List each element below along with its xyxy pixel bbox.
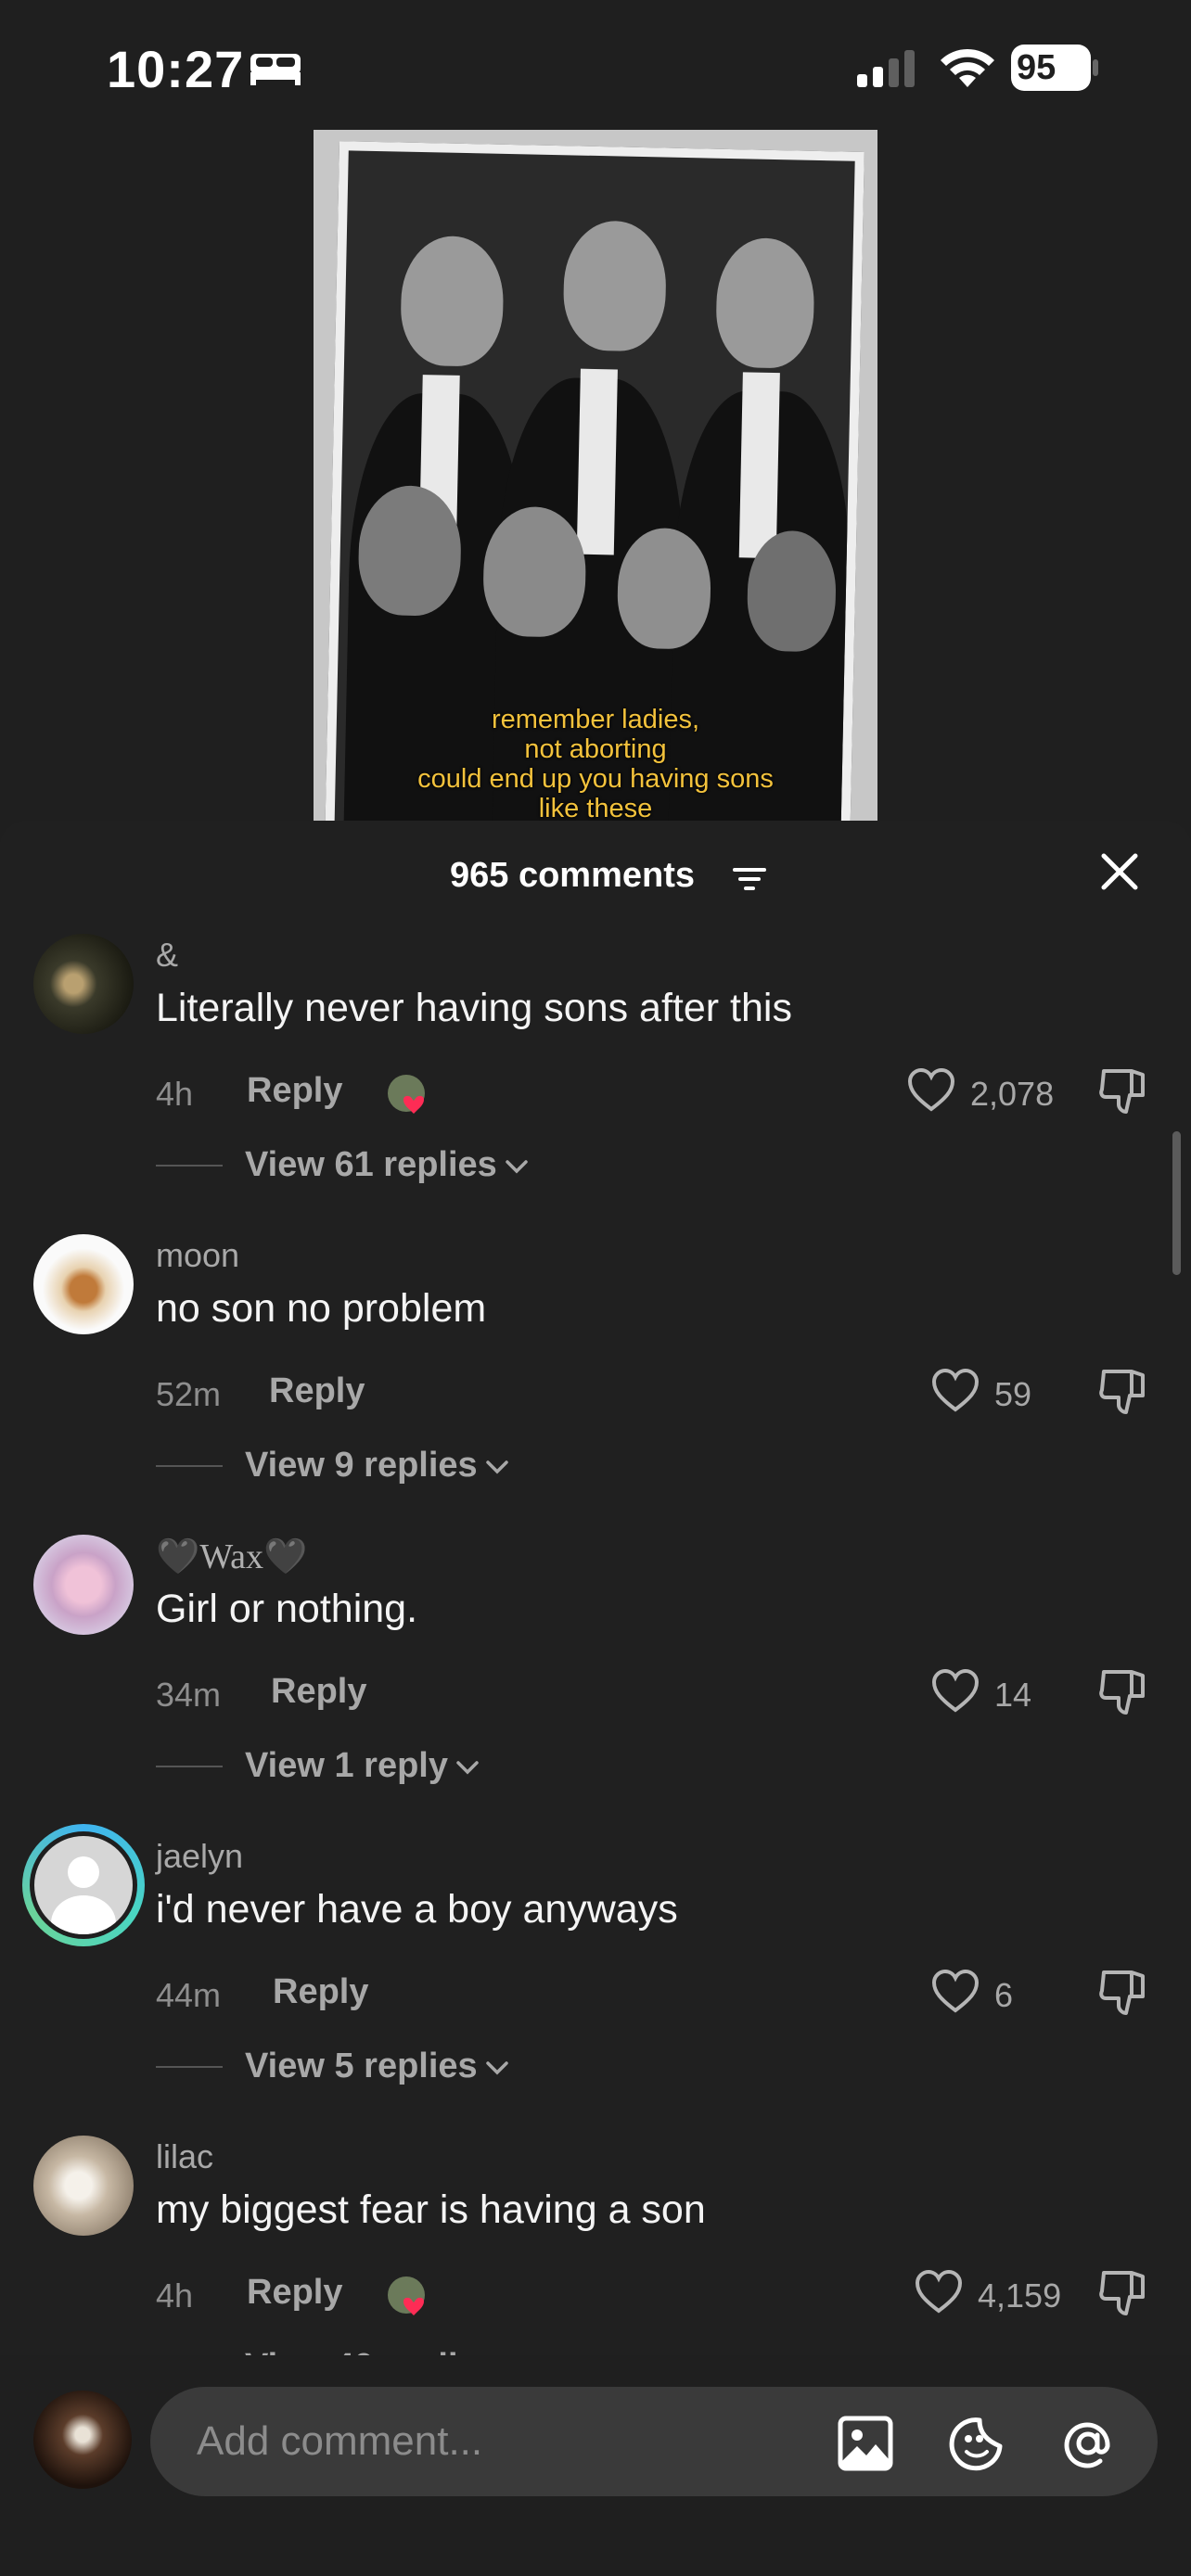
view-replies-label: View 9 replies (245, 1446, 478, 1485)
battery-level: 95 (1011, 45, 1091, 91)
comment-age: 4h (156, 2276, 194, 2315)
comment-username[interactable]: & (156, 936, 178, 975)
replies-divider (156, 1766, 223, 1767)
comment-username[interactable]: moon (156, 1236, 239, 1275)
reply-button[interactable]: Reply (271, 1672, 366, 1712)
comment-item: 🖤Wax🖤 Girl or nothing. 34m Reply 14 View… (0, 1535, 1191, 1835)
thumbs-down-icon[interactable] (1098, 1067, 1148, 1117)
heart-icon[interactable] (907, 1067, 955, 1114)
view-replies-label: View 1 reply (245, 1746, 448, 1785)
tiktok-comments-screen: 10:27 95 remember ladies, not aborting c… (0, 0, 1191, 2576)
replies-divider (156, 2066, 223, 2068)
close-icon[interactable] (1096, 848, 1143, 895)
comment-item: & Literally never having sons after this… (0, 934, 1191, 1234)
video-caption-line-3: could end up you having sons (417, 764, 774, 794)
heart-icon[interactable] (931, 1969, 980, 2015)
like-count: 59 (994, 1375, 1032, 1413)
view-replies-button[interactable]: View 1 reply (245, 1746, 480, 1786)
view-replies-label: View 61 replies (245, 1145, 497, 1184)
comment-age: 44m (156, 1976, 222, 2014)
filter-icon[interactable] (731, 867, 768, 891)
comment-text: Literally never having sons after this (156, 986, 792, 1030)
video-caption-line-4: like these (538, 794, 653, 823)
avatar[interactable] (22, 1824, 145, 1946)
comments-count-label: 965 comments (449, 856, 695, 895)
avatar[interactable] (33, 2136, 134, 2236)
comment-item: jaelyn i'd never have a boy anyways 44m … (0, 1824, 1191, 2136)
heart-icon[interactable] (931, 1668, 980, 1715)
chevron-down-icon (456, 1761, 479, 1775)
current-user-avatar (33, 2391, 132, 2489)
comment-age: 34m (156, 1676, 222, 1714)
status-bar: 10:27 95 (0, 0, 1191, 130)
comment-text: Girl or nothing. (156, 1587, 418, 1631)
heart-icon[interactable] (915, 2269, 963, 2315)
thumbs-down-icon[interactable] (1098, 2269, 1148, 2319)
comment-text: no son no problem (156, 1286, 487, 1331)
comment-item: lilac my biggest fear is having a son 4h… (0, 2136, 1191, 2373)
chevron-down-icon (485, 1460, 508, 1474)
reply-button[interactable]: Reply (247, 2273, 342, 2313)
comments-sheet: 965 comments & Literally never having so… (0, 821, 1191, 2576)
at-mention-icon[interactable] (1059, 2415, 1117, 2472)
creator-liked-badge-icon (388, 2276, 425, 2315)
view-replies-label: View 5 replies (245, 2047, 478, 2085)
view-replies-button[interactable]: View 5 replies (245, 2047, 509, 2086)
like-count: 6 (994, 1976, 1014, 2014)
comment-input[interactable] (197, 2387, 920, 2496)
comment-input-bar (0, 2355, 1191, 2576)
comment-text: my biggest fear is having a son (156, 2187, 706, 2232)
video-preview[interactable]: remember ladies, not aborting could end … (314, 130, 877, 825)
avatar[interactable] (33, 1234, 134, 1334)
comment-username[interactable]: 🖤Wax🖤 (156, 1537, 307, 1577)
clock: 10:27 (107, 40, 245, 98)
view-replies-button[interactable]: View 61 replies (245, 1145, 529, 1185)
view-replies-button[interactable]: View 9 replies (245, 1446, 509, 1486)
chevron-down-icon (485, 2061, 508, 2075)
battery-tip (1093, 59, 1098, 76)
reply-button[interactable]: Reply (273, 1972, 368, 2012)
comment-item: moon no son no problem 52m Reply 59 View… (0, 1234, 1191, 1535)
sticker-icon[interactable] (948, 2415, 1005, 2472)
comment-text: i'd never have a boy anyways (156, 1887, 678, 1932)
like-count: 2,078 (970, 1075, 1055, 1113)
replies-divider (156, 1465, 223, 1467)
comment-username[interactable]: jaelyn (156, 1837, 243, 1876)
battery-indicator: 95 (1011, 45, 1100, 91)
like-count: 14 (994, 1676, 1032, 1714)
reply-button[interactable]: Reply (269, 1371, 365, 1411)
thumbs-down-icon[interactable] (1098, 1368, 1148, 1418)
comment-username[interactable]: lilac (156, 2137, 213, 2176)
comment-age: 52m (156, 1375, 222, 1413)
video-caption-line-2: not aborting (524, 734, 667, 764)
replies-divider (156, 1165, 223, 1167)
avatar[interactable] (33, 934, 134, 1034)
reply-button[interactable]: Reply (247, 1071, 342, 1111)
default-avatar-icon (30, 1831, 137, 1939)
cellular-signal-icon (857, 50, 915, 87)
thumbs-down-icon[interactable] (1098, 1668, 1148, 1718)
comment-field[interactable] (150, 2387, 1158, 2496)
video-caption-line-1: remember ladies, (491, 705, 700, 734)
like-count: 4,159 (978, 2276, 1062, 2315)
comment-age: 4h (156, 1075, 194, 1113)
wifi-icon (941, 48, 994, 87)
thumbs-down-icon[interactable] (1098, 1969, 1148, 2019)
heart-icon[interactable] (931, 1368, 980, 1414)
creator-liked-badge-icon (388, 1075, 425, 1114)
comments-count-title: 965 comments (0, 856, 1191, 896)
avatar[interactable] (33, 1535, 134, 1635)
sleep-focus-icon (250, 54, 301, 85)
chevron-down-icon (506, 1160, 528, 1174)
image-icon[interactable] (837, 2415, 894, 2472)
